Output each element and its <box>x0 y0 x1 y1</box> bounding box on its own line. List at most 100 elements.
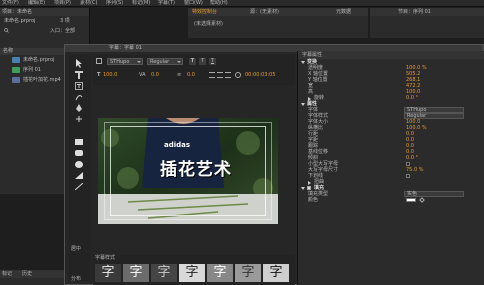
wedge-tool-icon[interactable] <box>75 172 83 179</box>
source-tab-bar: 特效控制台 源：(无素材) 元数据 <box>188 8 368 16</box>
video-clip-icon <box>12 77 20 83</box>
style-swatch-glyph: 字 <box>269 265 283 280</box>
source-placeholder: (未选择素材) <box>194 21 223 27</box>
bold-icon[interactable]: T <box>189 58 196 65</box>
list-item-label: 序列 01 <box>23 67 41 73</box>
property-label: 颜色 <box>308 197 319 203</box>
tab-markers[interactable]: 标记 <box>2 272 12 277</box>
disclosure-triangle-icon[interactable] <box>301 187 305 190</box>
style-swatch[interactable]: 字 <box>207 264 233 282</box>
disclosure-triangle-icon[interactable] <box>301 61 305 64</box>
line-tool-icon[interactable] <box>75 183 83 190</box>
font-family-value: STHupo <box>110 59 130 65</box>
eyedropper-icon[interactable] <box>419 197 425 203</box>
style-swatch[interactable]: 字 <box>179 264 205 282</box>
style-swatch[interactable]: 字 <box>95 264 121 282</box>
leading-icon: ≡ <box>177 72 182 78</box>
italic-icon[interactable]: T <box>199 58 206 65</box>
menu-item[interactable]: 项目(P) <box>54 1 71 6</box>
style-swatch-glyph: 字 <box>185 265 199 280</box>
disclosure-triangle-icon[interactable] <box>301 103 305 106</box>
project-search-icon[interactable] <box>4 28 9 33</box>
project-file-name: 未命名.prproj <box>4 18 36 24</box>
kerning-field[interactable]: 0.0 <box>151 73 159 78</box>
style-swatch-row: 字 字 字 字 字 字 字 <box>93 263 295 283</box>
selection-tool-icon[interactable] <box>75 59 83 68</box>
ellipse-tool-icon[interactable] <box>75 161 83 168</box>
style-swatch[interactable]: 字 <box>123 264 149 282</box>
font-style-select[interactable]: Regular <box>147 58 183 65</box>
font-size-field[interactable]: 100.0 <box>103 73 117 78</box>
expand-triangle-icon[interactable] <box>308 181 311 185</box>
path-type-tool-icon[interactable] <box>75 93 83 101</box>
pen-tool-icon[interactable] <box>75 104 83 112</box>
property-value[interactable]: 0.0 ° <box>406 156 418 161</box>
project-tab[interactable]: 项目：未命名 <box>2 10 32 15</box>
program-tab-bar: 节目：序列 01 <box>370 8 484 16</box>
menu-item[interactable]: 文件(F) <box>2 1 19 6</box>
properties-list: 变换 透明度 100.0 % X 轴位置 505.2 Y 轴位置 268.1 宽 472.2 高 1… <box>298 60 484 285</box>
chevron-down-icon <box>137 61 141 63</box>
bottom-left-panel: 标记 历史 <box>0 270 64 285</box>
source-monitor: 特效控制台 源：(无素材) 元数据 (未选择素材) <box>188 8 368 38</box>
fill-checkbox[interactable] <box>307 186 311 190</box>
checkbox[interactable] <box>406 174 410 178</box>
style-swatch-glyph: 字 <box>157 265 171 280</box>
area-type-tool-icon[interactable] <box>75 82 83 90</box>
new-title-icon[interactable] <box>96 58 102 64</box>
align-center-label: 居中 <box>71 246 82 252</box>
fill-type-select[interactable]: 实色 <box>404 191 464 197</box>
menu-item[interactable]: 序列(S) <box>106 1 123 6</box>
menu-item[interactable]: 字幕(T) <box>158 1 175 6</box>
action-safe-area <box>104 122 272 220</box>
menu-item[interactable]: 帮助(H) <box>210 1 228 6</box>
font-family-select[interactable]: STHupo <box>107 58 143 65</box>
anchor-tool-icon[interactable] <box>75 115 83 123</box>
rectangle-tool-icon[interactable] <box>75 139 83 145</box>
style-swatch-glyph: 字 <box>213 265 227 280</box>
font-style-value: Regular <box>150 59 170 65</box>
chevron-down-icon <box>177 61 181 63</box>
style-swatch[interactable]: 字 <box>235 264 261 282</box>
tab-program[interactable]: 节目：序列 01 <box>398 10 431 15</box>
align-center-icon[interactable] <box>217 72 223 78</box>
menu-item[interactable]: 标记(M) <box>132 1 150 6</box>
title-toolbar: STHupo Regular T T T T 100.0 VA 0.0 ≡ 0.… <box>93 55 295 85</box>
project-filter[interactable]: 入口：全部 <box>50 29 75 34</box>
timecode-clock-icon <box>235 72 241 78</box>
underline-icon[interactable]: T <box>209 58 216 65</box>
style-swatch-glyph: 字 <box>101 265 115 280</box>
style-swatch-glyph: 字 <box>241 265 255 280</box>
tab-source[interactable]: 源：(无素材) <box>250 10 279 15</box>
property-value[interactable]: 75.0 % <box>406 168 423 173</box>
program-monitor: 节目：序列 01 <box>370 8 484 38</box>
column-name[interactable]: 名称 <box>3 49 13 54</box>
type-tool-icon[interactable] <box>75 71 83 79</box>
tab-effect-controls[interactable]: 特效控制台 <box>192 10 217 15</box>
checkbox[interactable] <box>406 162 410 166</box>
property-value[interactable]: 0.0 ° <box>406 96 418 101</box>
menu-item[interactable]: 窗口(W) <box>184 1 203 6</box>
tab-metadata[interactable]: 元数据 <box>336 10 351 15</box>
title-canvas[interactable]: adidas 插花艺术 <box>98 118 278 224</box>
menu-item[interactable]: 编辑(E) <box>28 1 45 6</box>
align-right-icon[interactable] <box>225 72 231 78</box>
rounded-rectangle-tool-icon[interactable] <box>75 150 83 156</box>
menu-item[interactable]: 素材(C) <box>80 1 97 6</box>
tab-history[interactable]: 历史 <box>22 272 32 277</box>
property-row-color: 颜色 <box>298 197 484 204</box>
menu-bar: 文件(F) 编辑(E) 项目(P) 素材(C) 序列(S) 标记(M) 字幕(T) 窗口(W)… <box>0 0 484 7</box>
leading-field[interactable]: 0.0 <box>187 73 195 78</box>
style-swatch[interactable]: 字 <box>151 264 177 282</box>
bottom-tab-bar: 标记 历史 <box>0 270 64 278</box>
properties-header-bar: 字幕属性 <box>298 51 484 59</box>
timecode-display[interactable]: 00:00:03:05 <box>245 73 276 78</box>
fill-color-swatch[interactable] <box>406 198 416 202</box>
font-size-icon: T <box>97 72 101 78</box>
style-swatch[interactable]: 字 <box>263 264 289 282</box>
list-item-label: 插花叶加花.mp4 <box>23 77 61 83</box>
kerning-icon: VA <box>139 72 146 78</box>
title-designer-title: 字幕：字幕 01 <box>109 45 142 51</box>
align-left-icon[interactable] <box>209 72 215 78</box>
title-properties-panel: 字幕属性 变换 透明度 100.0 % X 轴位置 505.2 Y 轴位置 268.1 宽 47… <box>297 51 484 285</box>
